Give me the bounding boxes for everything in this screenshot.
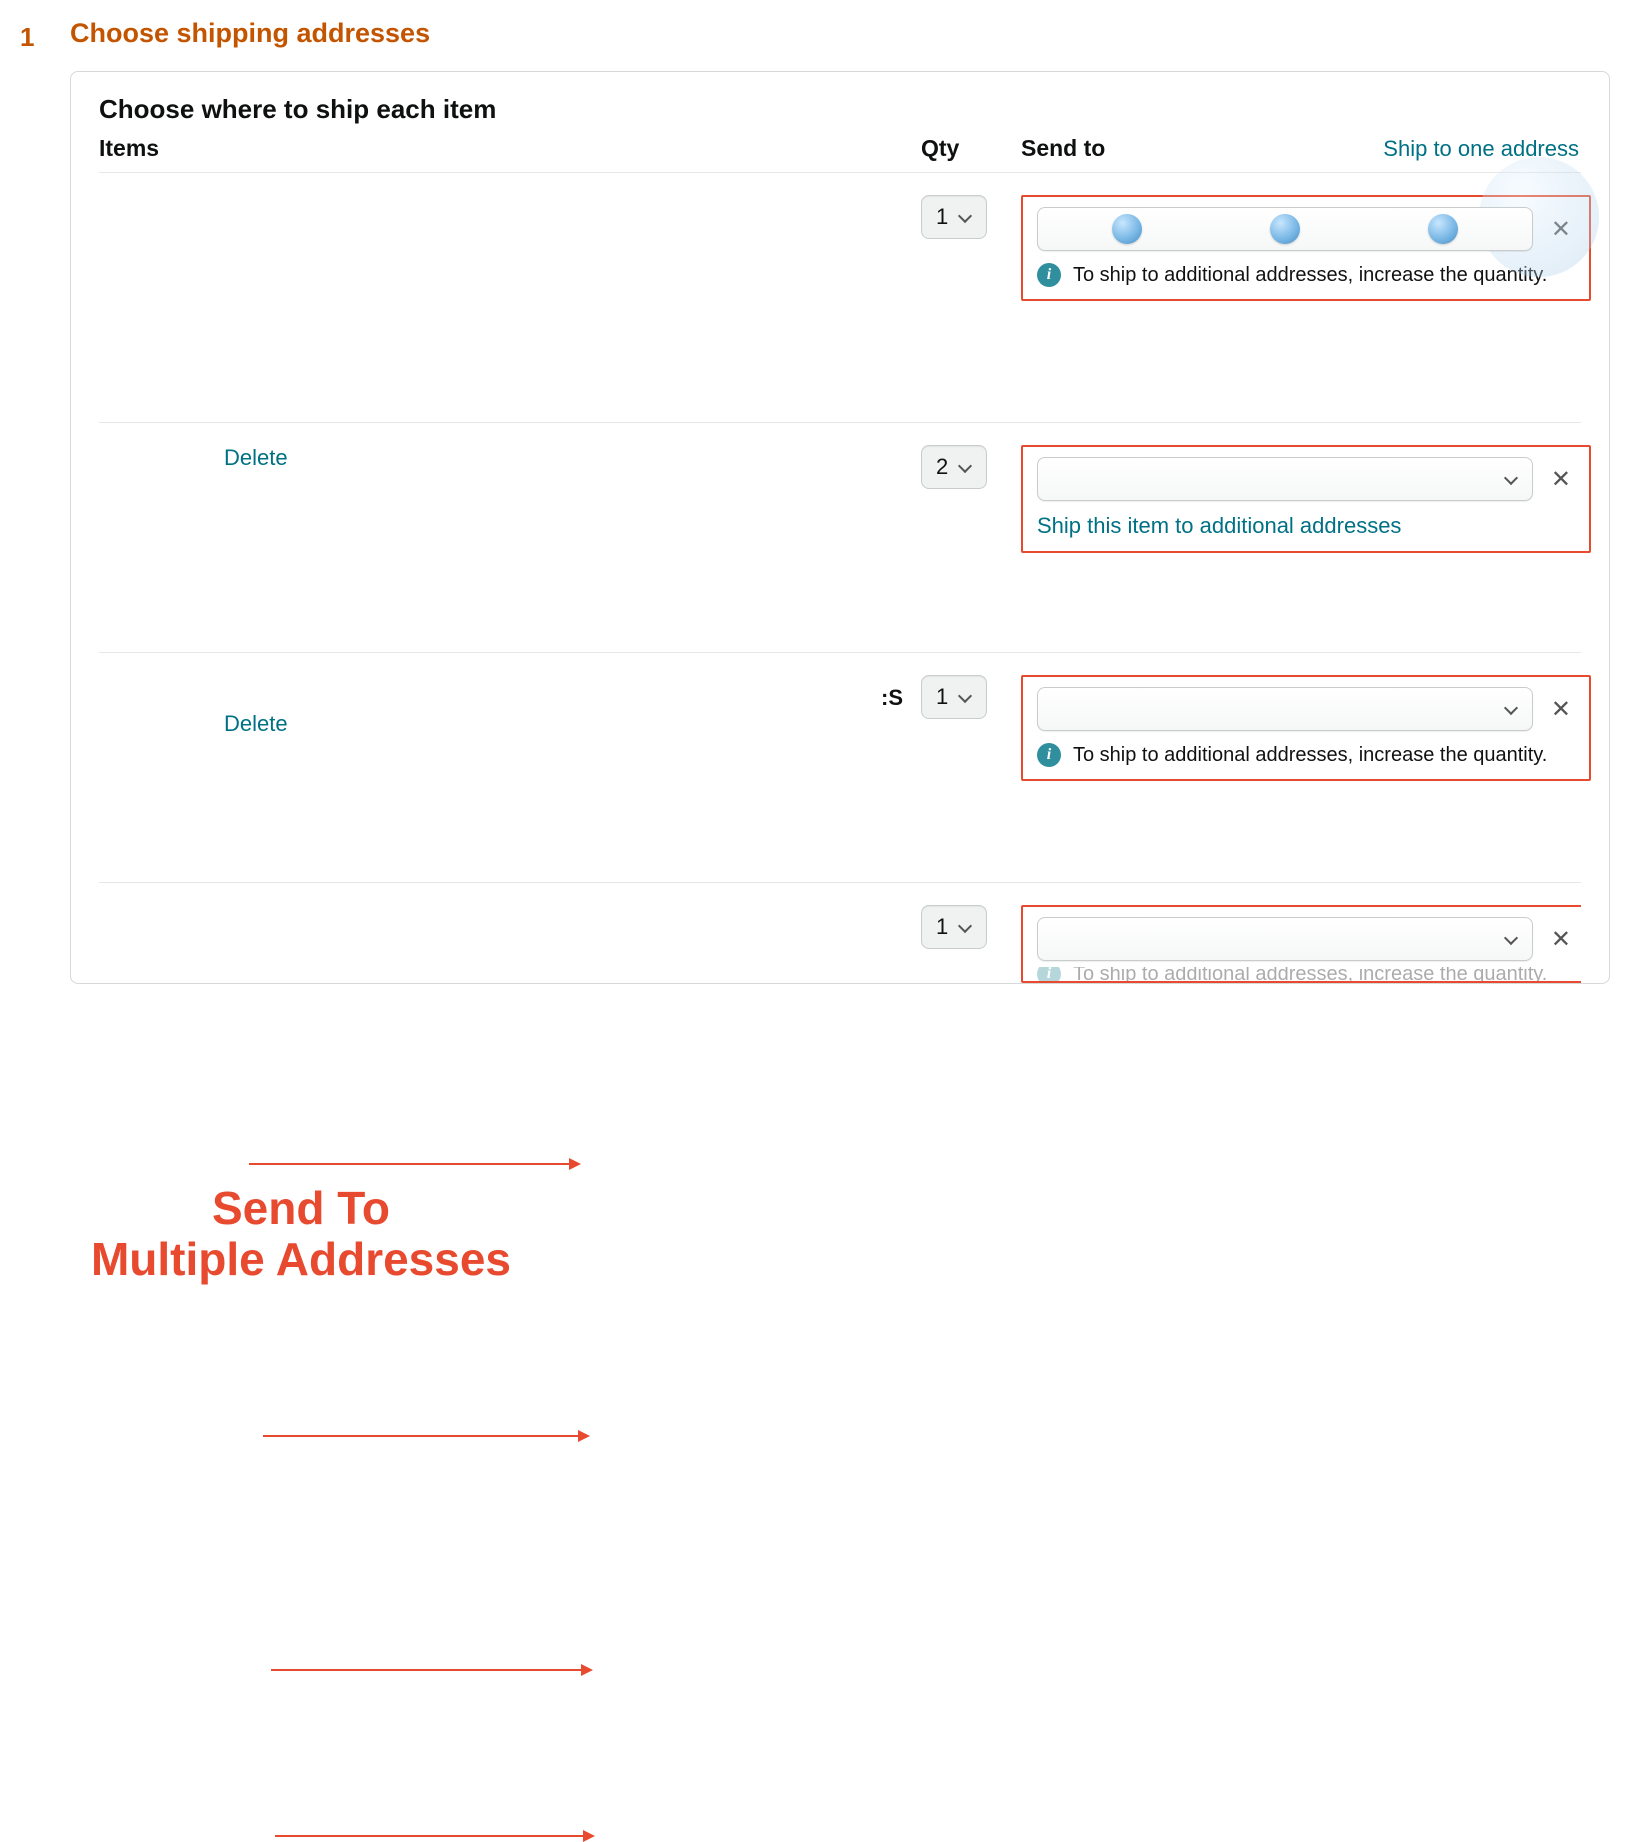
ship-to-one-address-link[interactable]: Ship to one address: [1383, 136, 1579, 162]
quantity-stepper[interactable]: 1: [921, 195, 987, 239]
address-select[interactable]: [1037, 207, 1533, 251]
info-message: To ship to additional addresses, increas…: [1037, 967, 1575, 981]
address-select[interactable]: [1037, 687, 1533, 731]
info-message: To ship to additional addresses, increas…: [1037, 263, 1575, 287]
item-name-fragment: :S: [881, 685, 903, 711]
decorative-orb: [1112, 214, 1142, 244]
step-number: 1: [20, 18, 70, 53]
table-header: Items Qty Send to: [99, 135, 1581, 173]
quantity-stepper[interactable]: 2: [921, 445, 987, 489]
annotation-title: Send To Multiple Addresses: [71, 1183, 531, 1284]
chevron-down-icon: [1504, 472, 1518, 486]
annotation-arrow-icon: [263, 1435, 588, 1437]
annotation-title-line1: Send To: [71, 1183, 531, 1234]
col-header-items: Items: [99, 135, 921, 162]
info-icon: [1037, 743, 1061, 767]
chevron-down-icon: [958, 460, 972, 474]
chevron-down-icon: [1504, 702, 1518, 716]
info-message: To ship to additional addresses, increas…: [1037, 743, 1575, 767]
address-select[interactable]: [1037, 457, 1533, 501]
remove-address-button[interactable]: ✕: [1547, 213, 1575, 246]
delete-link[interactable]: Delete: [99, 711, 921, 737]
col-header-qty: Qty: [921, 135, 1021, 162]
qty-value: 1: [936, 914, 948, 940]
info-text: To ship to additional addresses, increas…: [1073, 967, 1547, 981]
qty-value: 2: [936, 454, 948, 480]
chevron-down-icon: [958, 690, 972, 704]
highlight-box: ✕ To ship to additional addresses, incre…: [1021, 905, 1581, 983]
highlight-box: ✕ Ship this item to additional addresses: [1021, 445, 1591, 553]
table-row: 1 ✕ To ship to add: [99, 883, 1581, 983]
panel-title: Choose where to ship each item: [99, 94, 1581, 125]
annotation-title-line2: Multiple Addresses: [71, 1234, 531, 1285]
highlight-box: ✕ To ship to additional addresses, incre…: [1021, 675, 1591, 781]
item-cell: :S Delete: [99, 675, 921, 759]
table-row: :S Delete 1 ✕: [99, 653, 1581, 883]
info-text: To ship to additional addresses, increas…: [1073, 744, 1547, 767]
chevron-down-icon: [958, 920, 972, 934]
qty-value: 1: [936, 204, 948, 230]
info-text: To ship to additional addresses, increas…: [1073, 264, 1547, 287]
chevron-down-icon: [1504, 932, 1518, 946]
qty-value: 1: [936, 684, 948, 710]
ship-additional-addresses-link[interactable]: Ship this item to additional addresses: [1037, 513, 1401, 538]
address-select[interactable]: [1037, 917, 1533, 961]
info-icon: [1037, 967, 1061, 981]
delete-link[interactable]: Delete: [99, 445, 921, 471]
decorative-orb: [1270, 214, 1300, 244]
table-row: Delete 2 ✕: [99, 423, 1581, 653]
remove-address-button[interactable]: ✕: [1547, 463, 1575, 496]
remove-address-button[interactable]: ✕: [1547, 923, 1575, 956]
chevron-down-icon: [958, 210, 972, 224]
quantity-stepper[interactable]: 1: [921, 675, 987, 719]
info-icon: [1037, 263, 1061, 287]
quantity-stepper[interactable]: 1: [921, 905, 987, 949]
annotation-arrow-icon: [271, 1669, 591, 1671]
annotation-arrow-icon: [275, 1835, 593, 1837]
remove-address-button[interactable]: ✕: [1547, 693, 1575, 726]
shipping-panel: Choose where to ship each item Ship to o…: [70, 71, 1610, 984]
highlight-box: ✕ To ship to additional addresses, incre…: [1021, 195, 1591, 301]
table-row: Delete 1: [99, 173, 1581, 423]
item-cell: Delete: [99, 445, 921, 493]
annotation-arrow-icon: [249, 1163, 579, 1165]
decorative-orb: [1428, 214, 1458, 244]
step-title: Choose shipping addresses: [70, 18, 1610, 49]
